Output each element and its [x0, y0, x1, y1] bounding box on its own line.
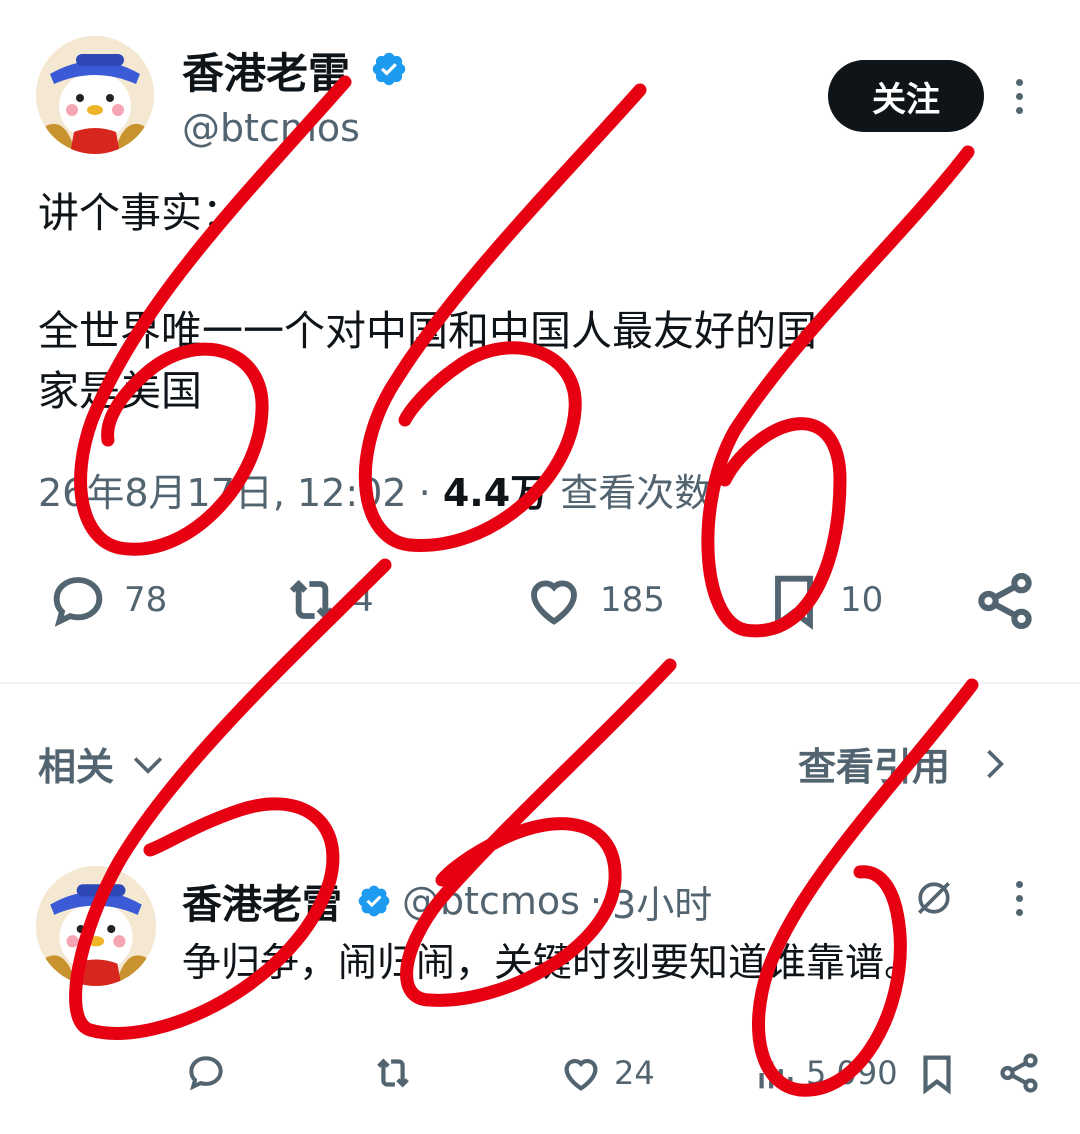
reply-share-button[interactable]	[996, 1050, 1042, 1096]
tweet-text-line: 全世界唯一一个对中国和中国人最友好的国	[38, 307, 817, 355]
author-handle[interactable]: @btcmos	[182, 106, 360, 150]
retweet-icon	[289, 579, 335, 621]
verified-badge-icon	[370, 50, 408, 88]
reply-like-count: 24	[614, 1054, 655, 1092]
view-quotes-link[interactable]: 查看引用	[798, 736, 1016, 791]
related-label: 相关	[38, 745, 115, 789]
bookmark-icon	[923, 1055, 951, 1095]
more-options-icon[interactable]	[1004, 74, 1034, 118]
bookmark-icon	[775, 575, 813, 630]
reply-count: 78	[124, 580, 168, 620]
chevron-down-icon	[133, 756, 163, 774]
tweet-text-line: 家是美国	[38, 367, 202, 415]
share-icon	[1000, 1053, 1038, 1093]
reply-views-button[interactable]: 5,090	[752, 1050, 898, 1096]
like-count: 185	[600, 580, 665, 620]
share-icon	[978, 572, 1032, 630]
meta-separator: ·	[418, 471, 431, 515]
reply-separator: ·	[589, 879, 603, 923]
bookmark-button[interactable]: 10	[762, 568, 883, 632]
follow-button[interactable]: 关注	[828, 60, 984, 132]
reply-avatar[interactable]	[36, 866, 156, 986]
reply-icon	[53, 577, 103, 627]
bookmark-count: 10	[840, 580, 884, 620]
related-dropdown[interactable]: 相关	[38, 736, 170, 791]
like-button[interactable]: 185	[522, 568, 665, 632]
grok-icon[interactable]	[912, 876, 956, 920]
reply-bookmark-button[interactable]	[914, 1050, 960, 1096]
tweet-date[interactable]: 26年8月17日, 12:02	[38, 471, 407, 515]
retweet-count: 4	[352, 580, 374, 620]
view-quotes-label: 查看引用	[798, 745, 951, 789]
reply-retweet-button[interactable]	[370, 1050, 416, 1096]
views-icon	[759, 1061, 793, 1089]
scribble-six	[701, 145, 975, 638]
reply-author-handle[interactable]: @btcmos	[402, 879, 580, 923]
chevron-right-icon	[987, 749, 1004, 778]
reply-text: 争归争，闹归闹，关键时刻要知道谁靠谱。	[182, 941, 924, 986]
tweet-meta: 26年8月17日, 12:02 · 4.4万 查看次数	[38, 462, 712, 517]
reply-button[interactable]: 78	[46, 568, 167, 632]
reply-views-count: 5,090	[806, 1054, 898, 1092]
reply-time[interactable]: 3小时	[612, 874, 712, 929]
author-name[interactable]: 香港老雷	[182, 40, 350, 101]
avatar[interactable]	[36, 36, 154, 154]
views-label[interactable]: 查看次数	[560, 471, 712, 515]
retweet-button[interactable]: 4	[280, 568, 374, 632]
reply-like-button[interactable]: 24	[558, 1050, 655, 1096]
share-button[interactable]	[972, 568, 1038, 634]
reply-header: 香港老雷 @btcmos · 3小时	[182, 872, 712, 930]
divider	[0, 682, 1080, 684]
heart-icon	[531, 580, 577, 625]
reply-author-name[interactable]: 香港老雷	[182, 872, 342, 930]
reply-more-options-icon[interactable]	[1004, 876, 1034, 920]
tweet-text-line: 讲个事实：	[38, 189, 243, 237]
verified-badge-icon	[358, 885, 390, 917]
retweet-icon	[377, 1058, 409, 1088]
heart-icon	[564, 1058, 598, 1091]
reply-reply-button[interactable]	[184, 1050, 228, 1094]
views-count[interactable]: 4.4万	[443, 471, 548, 515]
reply-icon	[189, 1056, 223, 1091]
